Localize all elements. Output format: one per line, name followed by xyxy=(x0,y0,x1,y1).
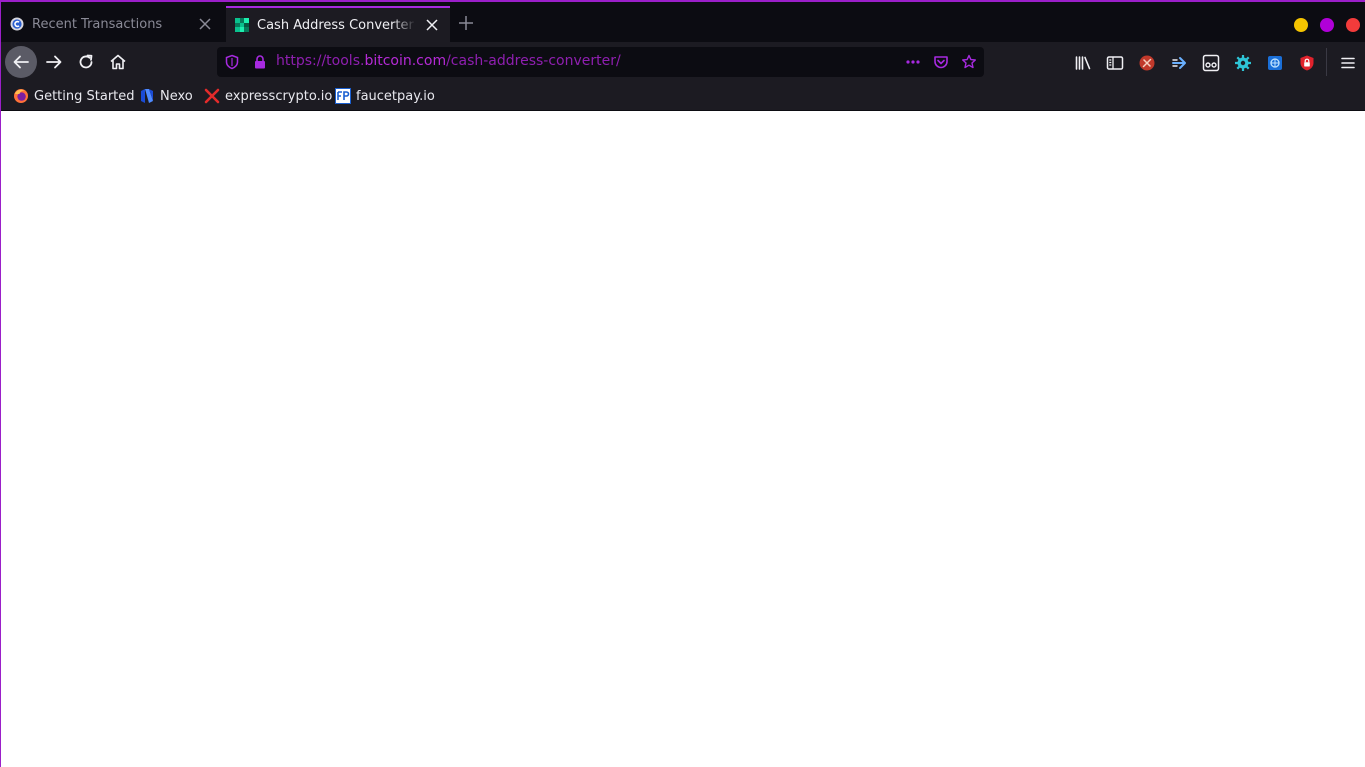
reload-icon xyxy=(79,54,93,69)
bookmark-label: expresscrypto.io xyxy=(225,88,333,104)
extension-gear-icon xyxy=(1235,55,1251,71)
extension-shield-blue-icon xyxy=(1268,56,1282,70)
page-content-area[interactable] xyxy=(1,111,1365,767)
tab-strip: Recent Transactions Cash Address Convert… xyxy=(1,2,1365,42)
firefox-icon xyxy=(14,89,28,103)
bookmark-label: Nexo xyxy=(160,88,193,104)
url-bar[interactable]: https://tools.bitcoin.com/cash-address-c… xyxy=(217,47,984,77)
extension-arrow-icon xyxy=(1172,57,1186,69)
tab-title: Recent Transactions xyxy=(32,16,163,32)
url-path: /cash-address-converter/ xyxy=(446,53,621,69)
tab-cash-address-converter[interactable]: Cash Address Converter | Tools xyxy=(226,6,450,42)
extension-lock-red-button[interactable] xyxy=(1298,54,1316,72)
tab-close-button[interactable] xyxy=(197,16,213,32)
close-icon xyxy=(199,18,211,30)
extension-gear-button[interactable] xyxy=(1234,54,1252,72)
home-icon xyxy=(110,54,126,70)
extension-shield-blue-button[interactable] xyxy=(1266,54,1284,72)
bookmarks-toolbar: Getting Started Nexo expresscrypto.io fa… xyxy=(1,82,1365,111)
red-x-icon xyxy=(204,88,220,104)
blockchair-c-icon xyxy=(10,17,24,31)
nexo-icon xyxy=(141,89,153,103)
bookmark-faucetpay[interactable]: faucetpay.io xyxy=(335,87,435,105)
close-window-button[interactable] xyxy=(1346,18,1360,32)
sidebar-button[interactable] xyxy=(1106,54,1124,72)
bookmark-star-icon[interactable] xyxy=(961,54,977,70)
new-tab-plus-icon[interactable] xyxy=(457,14,475,32)
menu-button[interactable] xyxy=(1339,54,1357,72)
menu-icon xyxy=(1341,57,1355,69)
extension-lock-red-icon xyxy=(1300,55,1314,71)
bookmark-nexo[interactable]: Nexo xyxy=(139,87,193,105)
close-icon xyxy=(426,19,438,31)
bookmark-expresscrypto[interactable]: expresscrypto.io xyxy=(204,87,332,105)
minimize-button[interactable] xyxy=(1294,18,1308,32)
bookmark-getting-started[interactable]: Getting Started xyxy=(13,87,135,105)
navigation-toolbar: https://tools.bitcoin.com/cash-address-c… xyxy=(1,42,1365,82)
maximize-button[interactable] xyxy=(1320,18,1334,32)
extension-pickaxe-button[interactable] xyxy=(1138,54,1156,72)
sidebar-icon xyxy=(1106,56,1124,70)
arrow-right-icon xyxy=(46,55,62,69)
tracking-shield-icon[interactable] xyxy=(224,54,240,70)
back-button[interactable] xyxy=(5,46,37,78)
extension-arrow-button[interactable] xyxy=(1170,54,1188,72)
browser-window: Recent Transactions Cash Address Convert… xyxy=(0,0,1365,767)
bookmark-label: faucetpay.io xyxy=(356,88,435,104)
library-button[interactable] xyxy=(1074,54,1092,72)
url-text[interactable]: https://tools.bitcoin.com/cash-address-c… xyxy=(276,53,621,69)
extension-pickaxe-icon xyxy=(1139,55,1155,71)
page-actions-ellipsis-icon[interactable] xyxy=(905,54,921,70)
library-icon xyxy=(1075,56,1091,70)
forward-button[interactable] xyxy=(38,46,70,78)
extension-glasses-icon xyxy=(1202,54,1220,72)
arrow-left-icon xyxy=(13,55,29,69)
tab-close-button[interactable] xyxy=(424,17,440,33)
url-prefix: https://tools. xyxy=(276,53,365,69)
fp-icon xyxy=(335,88,351,104)
tab-recent-transactions[interactable]: Recent Transactions xyxy=(1,6,223,42)
url-domain: bitcoin.com xyxy=(364,53,447,69)
tab-title: Cash Address Converter | Tools xyxy=(257,17,416,33)
home-button[interactable] xyxy=(102,46,134,78)
toolbar-separator xyxy=(1326,48,1327,76)
extension-glasses-button[interactable] xyxy=(1202,54,1220,72)
reload-button[interactable] xyxy=(70,46,102,78)
lock-icon[interactable] xyxy=(252,54,268,70)
bitcoin-tools-pixel-icon xyxy=(235,18,249,32)
pocket-icon[interactable] xyxy=(933,54,949,70)
bookmark-label: Getting Started xyxy=(34,88,135,104)
